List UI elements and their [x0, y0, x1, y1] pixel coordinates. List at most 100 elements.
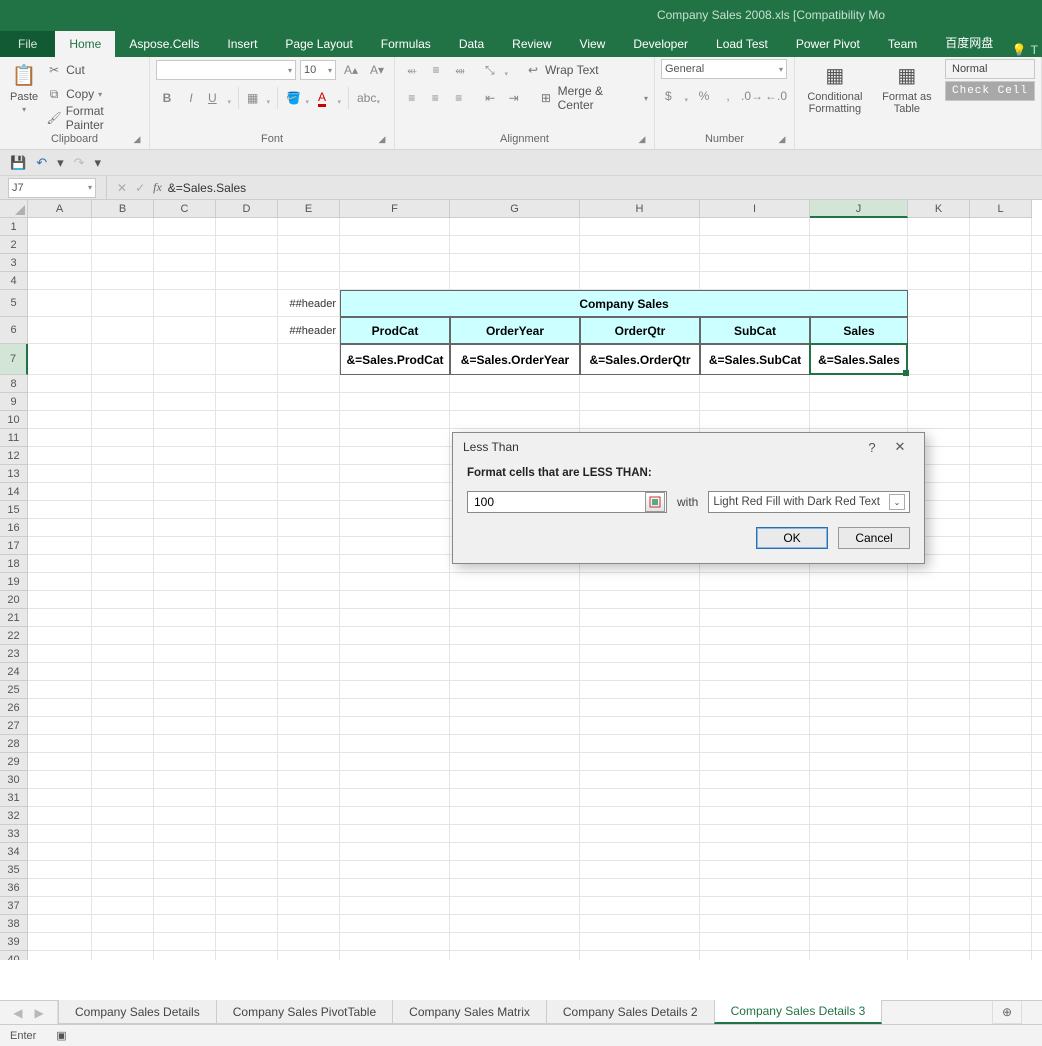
insert-function-button[interactable]: fx: [153, 180, 162, 195]
row-header[interactable]: 12: [0, 447, 28, 465]
cell-styles-gallery[interactable]: Normal Check Cell: [945, 59, 1035, 103]
table-data-cell[interactable]: &=Sales.SubCat: [700, 344, 810, 375]
phonetic-button[interactable]: abc: [353, 87, 383, 109]
row-header[interactable]: 29: [0, 753, 28, 771]
column-header[interactable]: D: [216, 200, 278, 218]
column-header[interactable]: L: [970, 200, 1032, 218]
tab-file[interactable]: File: [0, 31, 55, 57]
row-header[interactable]: 20: [0, 591, 28, 609]
table-header-cell[interactable]: OrderQtr: [580, 317, 700, 344]
sheet-tab[interactable]: Company Sales Matrix: [392, 1000, 547, 1024]
row-header[interactable]: 25: [0, 681, 28, 699]
sheet-tab[interactable]: Company Sales PivotTable: [216, 1000, 393, 1024]
table-data-cell[interactable]: &=Sales.OrderYear: [450, 344, 580, 375]
tab-baidu[interactable]: 百度网盘: [931, 28, 1007, 57]
row-header[interactable]: 11: [0, 429, 28, 447]
row-header[interactable]: 39: [0, 933, 28, 951]
row-header[interactable]: 34: [0, 843, 28, 861]
copy-button[interactable]: ⧉Copy▾: [46, 83, 143, 105]
comma-button[interactable]: ,: [717, 85, 739, 107]
row-header[interactable]: 15: [0, 501, 28, 519]
row-header[interactable]: 6: [0, 317, 28, 344]
row-header[interactable]: 27: [0, 717, 28, 735]
conditional-formatting-button[interactable]: ▦ Conditional Formatting: [801, 59, 869, 117]
format-painter-button[interactable]: 🖌Format Painter: [46, 107, 143, 129]
tab-data[interactable]: Data: [445, 31, 498, 57]
column-header[interactable]: H: [580, 200, 700, 218]
row-header[interactable]: 26: [0, 699, 28, 717]
font-name-select[interactable]: ▾: [156, 60, 296, 80]
row-header[interactable]: 30: [0, 771, 28, 789]
align-top-button[interactable]: ⬴: [401, 59, 423, 81]
table-data-cell[interactable]: &=Sales.Sales: [810, 344, 908, 375]
row-header[interactable]: 17: [0, 537, 28, 555]
sheet-tab[interactable]: Company Sales Details 2: [546, 1000, 715, 1024]
row-header[interactable]: 16: [0, 519, 28, 537]
tab-formulas[interactable]: Formulas: [367, 31, 445, 57]
align-left-button[interactable]: ≡: [401, 87, 423, 109]
row-header[interactable]: 7: [0, 344, 28, 375]
row-header[interactable]: 33: [0, 825, 28, 843]
undo-dropdown[interactable]: ▾: [57, 155, 64, 171]
row-header[interactable]: 1: [0, 218, 28, 236]
row-header[interactable]: 2: [0, 236, 28, 254]
font-color-button[interactable]: A: [314, 87, 344, 109]
column-header[interactable]: J: [810, 200, 908, 218]
table-data-cell[interactable]: &=Sales.ProdCat: [340, 344, 450, 375]
tab-home[interactable]: Home: [55, 31, 115, 57]
decrease-indent-button[interactable]: ⇤: [479, 87, 501, 109]
align-center-button[interactable]: ≡: [425, 87, 447, 109]
align-right-button[interactable]: ≡: [448, 87, 470, 109]
tab-insert[interactable]: Insert: [213, 31, 271, 57]
range-picker-button[interactable]: [645, 492, 665, 512]
row-header[interactable]: 37: [0, 897, 28, 915]
tab-developer[interactable]: Developer: [619, 31, 702, 57]
align-bottom-button[interactable]: ⬵: [449, 59, 471, 81]
bold-button[interactable]: B: [156, 87, 178, 109]
row-header[interactable]: 35: [0, 861, 28, 879]
name-box[interactable]: J7▾: [8, 178, 96, 198]
merge-center-button[interactable]: ⊞Merge & Center▾: [538, 87, 648, 109]
row-header[interactable]: 8: [0, 375, 28, 393]
ok-button[interactable]: OK: [756, 527, 828, 549]
paste-button[interactable]: 📋 Paste ▾: [6, 59, 42, 116]
table-header-cell[interactable]: Sales: [810, 317, 908, 344]
percent-button[interactable]: %: [693, 85, 715, 107]
row-header[interactable]: 23: [0, 645, 28, 663]
macro-record-icon[interactable]: ▣: [56, 1029, 66, 1042]
row-header[interactable]: 31: [0, 789, 28, 807]
sheet-nav-next[interactable]: ▶: [35, 1006, 44, 1020]
redo-button[interactable]: ↷: [74, 155, 85, 171]
row-header[interactable]: 13: [0, 465, 28, 483]
table-header-cell[interactable]: ProdCat: [340, 317, 450, 344]
column-header[interactable]: F: [340, 200, 450, 218]
fill-color-button[interactable]: 🪣: [282, 87, 312, 109]
column-header[interactable]: C: [154, 200, 216, 218]
redo-dropdown[interactable]: ▾: [95, 155, 102, 171]
sheet-tab[interactable]: Company Sales Details: [58, 1000, 217, 1024]
tab-loadtest[interactable]: Load Test: [702, 31, 782, 57]
tab-view[interactable]: View: [566, 31, 620, 57]
column-header[interactable]: K: [908, 200, 970, 218]
row-header[interactable]: 38: [0, 915, 28, 933]
add-sheet-button[interactable]: ⊕: [992, 1001, 1022, 1024]
dialog-launcher-icon[interactable]: ◢: [636, 134, 648, 146]
dialog-launcher-icon[interactable]: ◢: [376, 134, 388, 146]
style-check-cell[interactable]: Check Cell: [945, 81, 1035, 101]
tab-pagelayout[interactable]: Page Layout: [271, 31, 366, 57]
increase-indent-button[interactable]: ⇥: [503, 87, 525, 109]
row-header[interactable]: 14: [0, 483, 28, 501]
column-header[interactable]: B: [92, 200, 154, 218]
column-header[interactable]: E: [278, 200, 340, 218]
align-middle-button[interactable]: ≡: [425, 59, 447, 81]
underline-button[interactable]: U: [204, 87, 234, 109]
row-header[interactable]: 32: [0, 807, 28, 825]
help-button[interactable]: ?: [858, 440, 886, 455]
tab-review[interactable]: Review: [498, 31, 565, 57]
row-header[interactable]: 19: [0, 573, 28, 591]
column-header[interactable]: G: [450, 200, 580, 218]
header-marker[interactable]: ##header: [278, 317, 336, 344]
row-header[interactable]: 4: [0, 272, 28, 290]
row-header[interactable]: 21: [0, 609, 28, 627]
sheet-tab[interactable]: Company Sales Details 3: [714, 1000, 883, 1024]
